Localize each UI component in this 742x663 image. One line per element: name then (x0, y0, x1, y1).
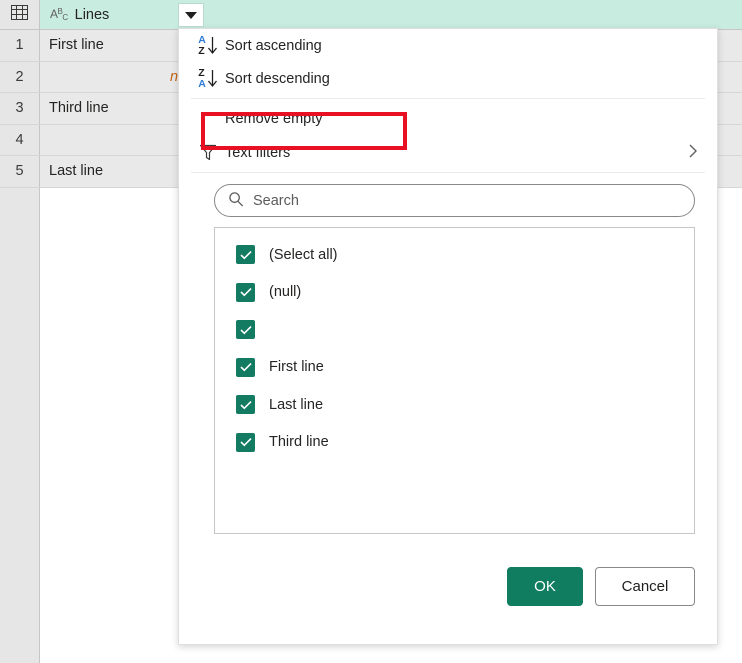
checkbox-checked[interactable] (236, 395, 255, 415)
list-item-label: Last line (269, 396, 324, 413)
column-filter-panel: A Z Sort ascending Z A Sort descending R… (178, 28, 718, 645)
sort-ascending-icon: A Z (191, 35, 225, 56)
column-filter-dropdown-button[interactable] (178, 3, 204, 27)
abc-text-type-icon: ABC (50, 6, 68, 22)
menu-item-label: Remove empty (225, 111, 323, 127)
menu-item-label: Sort descending (225, 70, 330, 87)
cancel-button[interactable]: Cancel (595, 567, 695, 606)
filter-values-list[interactable]: (Select all) (null) First line Last line (214, 227, 695, 534)
checkbox-checked[interactable] (236, 245, 255, 265)
row-number: 2 (0, 61, 40, 92)
column-header-lines[interactable]: ABC Lines (41, 0, 742, 29)
checkbox-checked[interactable] (236, 320, 255, 340)
grid-header-row: ABC Lines (0, 0, 742, 30)
ok-button[interactable]: OK (507, 567, 583, 606)
search-icon (228, 191, 244, 211)
list-item-label: Third line (269, 434, 329, 451)
menu-divider (191, 98, 705, 99)
list-item[interactable] (215, 311, 694, 349)
menu-item-remove-empty[interactable]: Remove empty (179, 102, 717, 136)
row-number: 3 (0, 93, 40, 124)
menu-divider (191, 172, 705, 173)
menu-item-label: Text filters (225, 144, 291, 161)
menu-item-text-filters[interactable]: Text filters (179, 136, 717, 169)
funnel-icon (191, 143, 225, 162)
sort-descending-bottom-letter: A (198, 77, 206, 90)
column-header-label: Lines (74, 6, 110, 23)
list-item-select-all[interactable]: (Select all) (215, 236, 694, 274)
sort-ascending-top-letter: A (198, 33, 206, 46)
menu-item-label: Sort ascending (225, 37, 322, 54)
list-item[interactable]: Third line (215, 424, 694, 462)
dialog-buttons: OK Cancel (507, 567, 695, 606)
checkbox-checked[interactable] (236, 357, 255, 377)
row-number: 4 (0, 124, 40, 155)
row-number: 5 (0, 156, 40, 187)
caret-down-icon (185, 11, 197, 19)
sort-descending-icon: Z A (191, 68, 225, 89)
search-input[interactable] (253, 192, 694, 209)
checkbox-checked[interactable] (236, 282, 255, 302)
list-item-label: First line (269, 359, 324, 376)
list-item[interactable]: (null) (215, 274, 694, 312)
list-item[interactable]: First line (215, 349, 694, 387)
select-all-table-button[interactable] (0, 0, 40, 29)
list-item-label: (null) (269, 284, 302, 301)
checkbox-checked[interactable] (236, 432, 255, 452)
sort-descending-top-letter: Z (198, 66, 205, 79)
menu-item-sort-descending[interactable]: Z A Sort descending (179, 62, 717, 95)
list-item[interactable]: Last line (215, 386, 694, 424)
menu-item-sort-ascending[interactable]: A Z Sort ascending (179, 29, 717, 62)
list-item-label: (Select all) (269, 246, 338, 263)
row-number: 1 (0, 30, 40, 61)
sort-ascending-bottom-letter: Z (198, 44, 205, 57)
table-grid-icon (11, 5, 28, 24)
search-box[interactable] (214, 184, 695, 217)
chevron-right-icon (687, 142, 699, 164)
